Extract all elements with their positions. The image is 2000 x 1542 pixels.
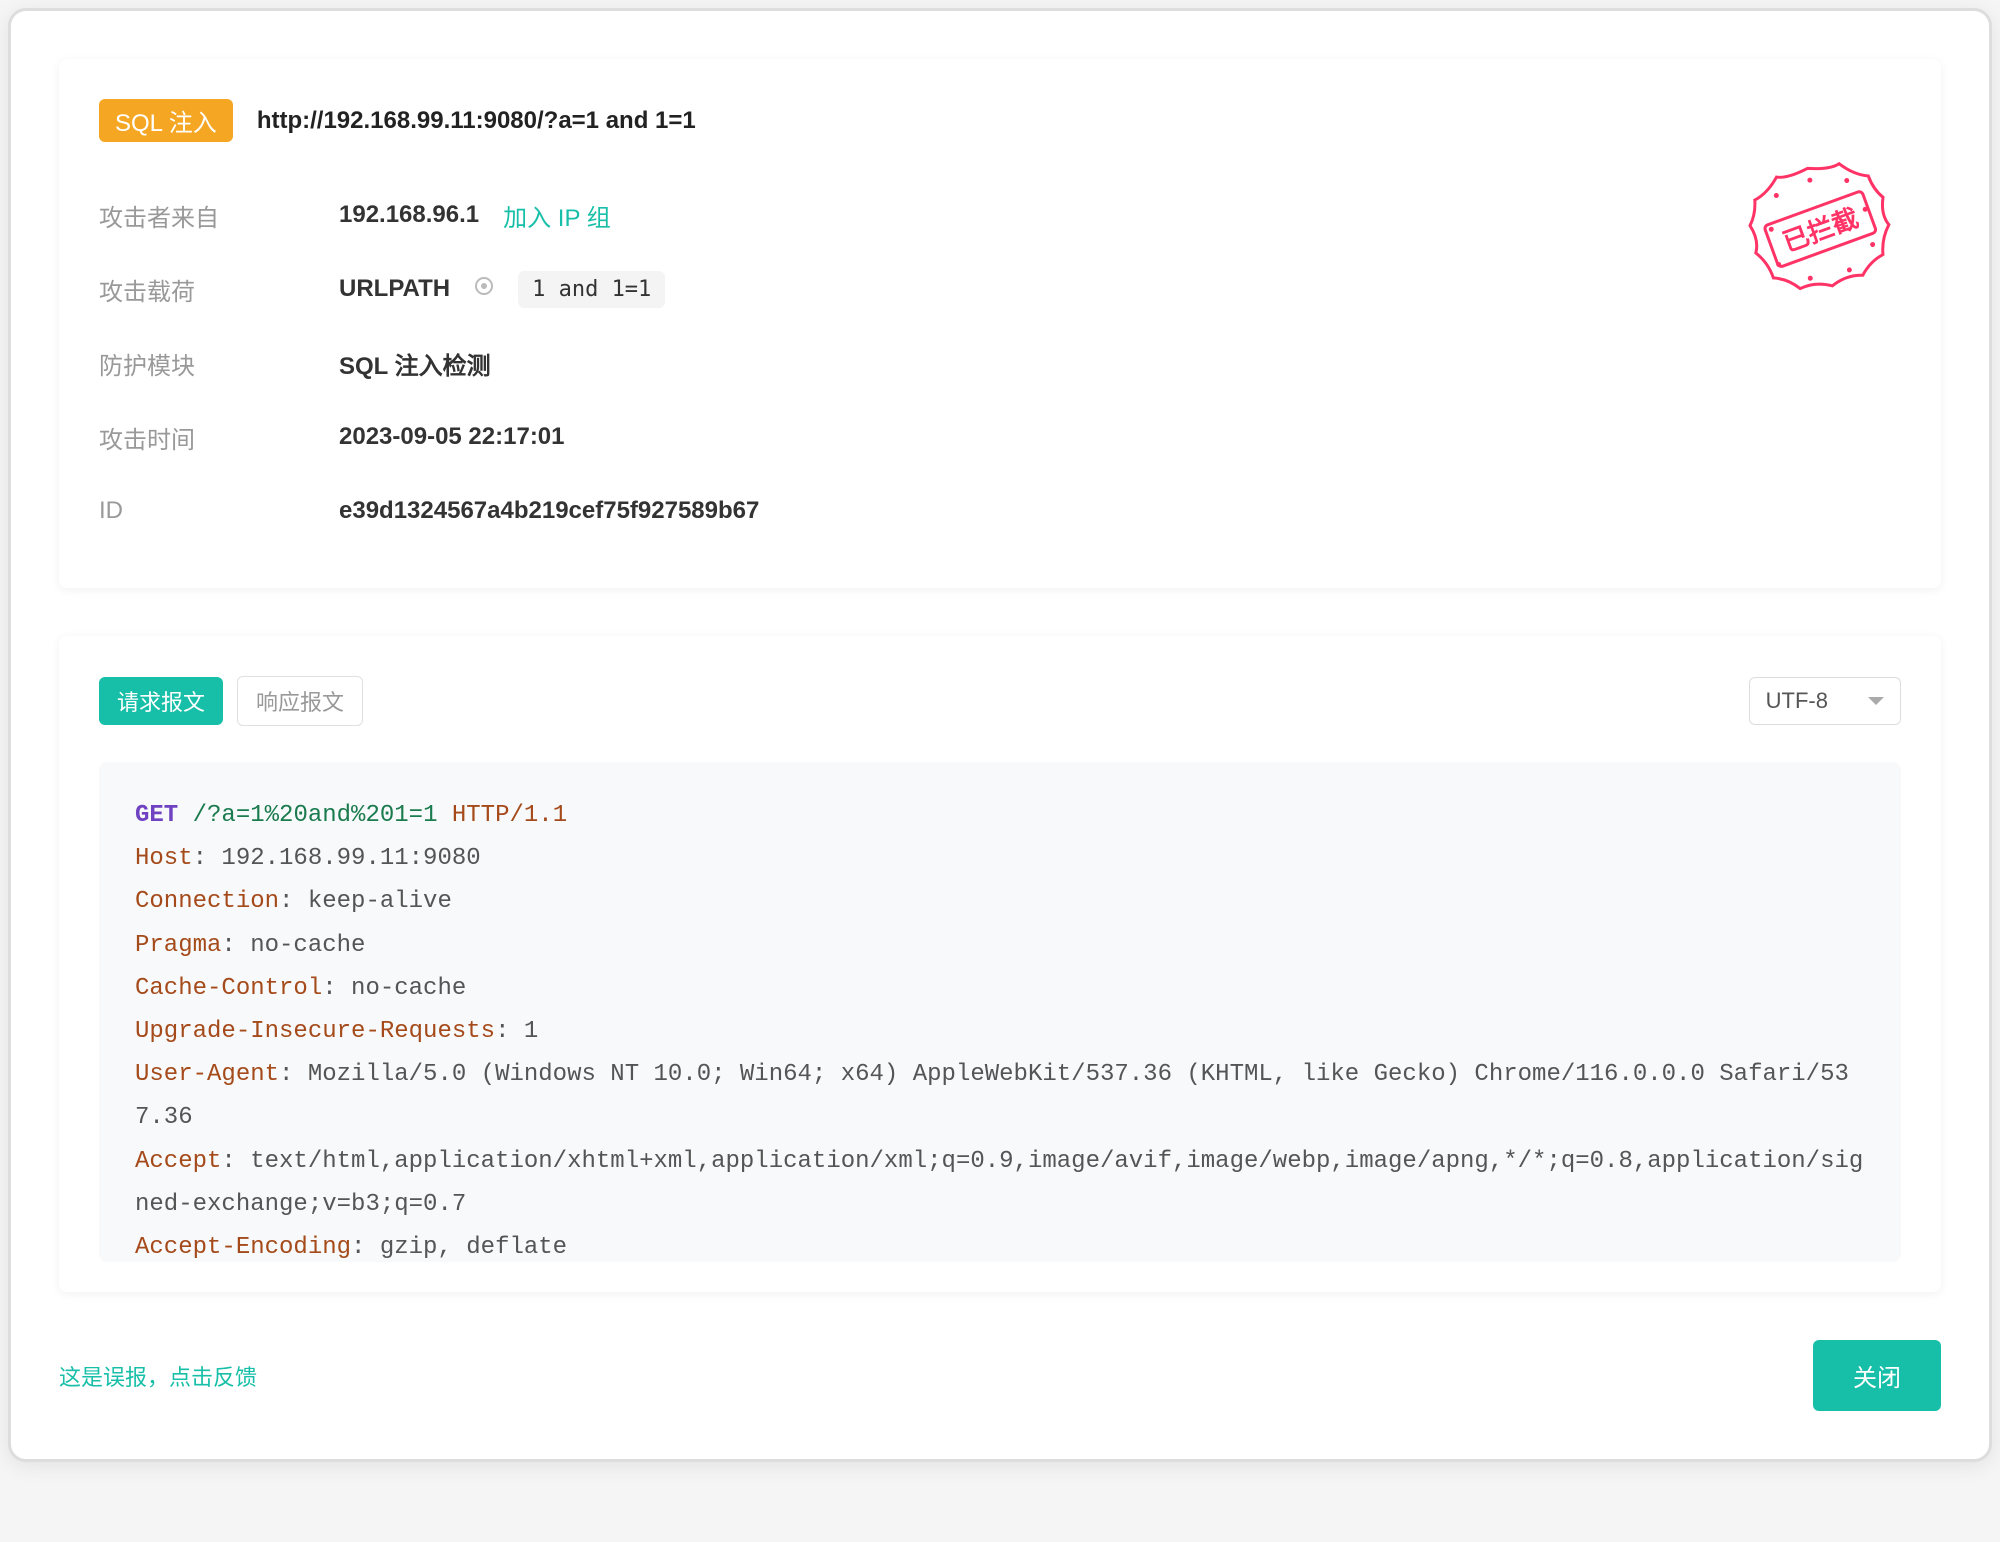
row-id: ID e39d1324567a4b219cef75f927589b67: [99, 474, 1901, 548]
time-value: 2023-09-05 22:17:01: [339, 423, 565, 451]
location-icon: [474, 276, 494, 302]
row-payload: 攻击载荷 URLPATH 1 and 1=1: [99, 252, 1901, 326]
stamp-text: 已拦截: [1779, 203, 1863, 258]
encoding-select[interactable]: UTF-8: [1749, 677, 1901, 725]
module-value: SQL 注入检测: [339, 346, 491, 381]
encoding-value: UTF-8: [1766, 688, 1828, 714]
row-time: 攻击时间 2023-09-05 22:17:01: [99, 400, 1901, 474]
chevron-down-icon: [1868, 697, 1884, 705]
raw-card: 请求报文 响应报文 UTF-8 GET /?a=1%20and%201=1 HT…: [59, 636, 1941, 1292]
label-payload: 攻击载荷: [99, 272, 339, 307]
attack-url: http://192.168.99.11:9080/?a=1 and 1=1: [257, 107, 696, 135]
row-attacker: 攻击者来自 192.168.96.1 加入 IP 组: [99, 178, 1901, 252]
add-ip-group-link[interactable]: 加入 IP 组: [503, 198, 611, 233]
attack-type-tag: SQL 注入: [99, 99, 233, 142]
attacker-ip: 192.168.96.1: [339, 201, 479, 229]
payload-code: 1 and 1=1: [518, 271, 665, 308]
id-value: e39d1324567a4b219cef75f927589b67: [339, 497, 759, 525]
tabs: 请求报文 响应报文: [99, 676, 363, 726]
label-id: ID: [99, 497, 339, 525]
label-module: 防护模块: [99, 346, 339, 381]
request-body-code[interactable]: GET /?a=1%20and%201=1 HTTP/1.1 Host: 192…: [99, 762, 1901, 1262]
tab-request[interactable]: 请求报文: [99, 677, 223, 725]
false-positive-link[interactable]: 这是误报，点击反馈: [59, 1360, 257, 1392]
summary-card: 已拦截 SQL 注入 http://192.168.99.11:9080/?a=…: [59, 59, 1941, 588]
label-time: 攻击时间: [99, 420, 339, 455]
tabs-row: 请求报文 响应报文 UTF-8: [99, 676, 1901, 726]
label-attacker-from: 攻击者来自: [99, 198, 339, 233]
attack-detail-modal: 已拦截 SQL 注入 http://192.168.99.11:9080/?a=…: [8, 8, 1992, 1462]
header-row: SQL 注入 http://192.168.99.11:9080/?a=1 an…: [99, 99, 1901, 142]
modal-footer: 这是误报，点击反馈 关闭: [59, 1340, 1941, 1411]
tab-response[interactable]: 响应报文: [237, 676, 363, 726]
payload-location: URLPATH: [339, 275, 450, 303]
info-table: 攻击者来自 192.168.96.1 加入 IP 组 攻击载荷 URLPATH …: [99, 178, 1901, 548]
row-module: 防护模块 SQL 注入检测: [99, 326, 1901, 400]
close-button[interactable]: 关闭: [1813, 1340, 1941, 1411]
